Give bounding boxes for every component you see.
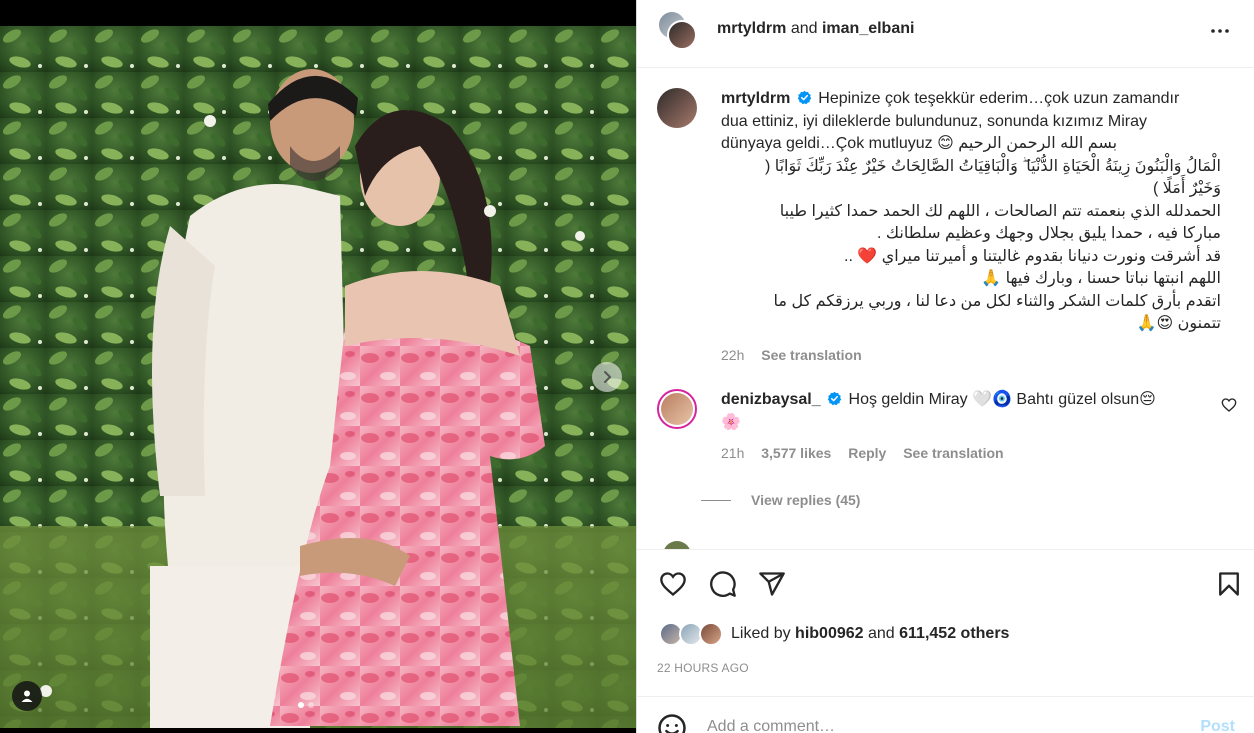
author-avatars[interactable] xyxy=(657,10,701,54)
heart-icon xyxy=(660,572,686,597)
caption-text-line: dua ettiniz, iyi dileklerde bulundunuz, … xyxy=(721,112,1147,130)
author-username-link[interactable]: mrtyldrm xyxy=(717,20,786,37)
next-comment-avatar-partial xyxy=(663,541,691,549)
caption-arabic-line: اللهم انبتها نباتا حسنا ، وبارك فيها 🙏 xyxy=(981,270,1221,287)
header-and-text: and xyxy=(790,20,818,37)
caption-arabic-line: مباركا فيه ، حمدا يليق بجلال وجهك وعظيم … xyxy=(876,225,1221,242)
liked-by-avatars[interactable] xyxy=(659,622,725,648)
carousel-dot-active xyxy=(298,702,304,708)
caption-arabic-line: الْمَالُ وَالْبَنُونَ زِينَةُ الْحَيَاةِ… xyxy=(764,157,1221,175)
more-icon xyxy=(1211,29,1229,33)
comment-avatar-image xyxy=(661,393,693,425)
caption-arabic-line: وَخَيْرٌ أَمَلًا ) xyxy=(1152,180,1221,197)
caption-text-line: Hepinize çok teşekkür ederim…çok uzun za… xyxy=(818,90,1180,107)
post-photo[interactable] xyxy=(0,26,636,728)
coauthor-username-link[interactable]: iman_elbani xyxy=(822,20,914,37)
post-header: mrtyldrm and iman_elbani xyxy=(637,0,1254,68)
verified-icon xyxy=(827,391,842,406)
caption-line-1: mrtyldrm Hepinize çok teşekkür ederim…ço… xyxy=(721,88,1221,111)
comment-username[interactable]: denizbaysal_ xyxy=(721,391,821,408)
verified-icon xyxy=(797,90,812,105)
carousel-indicator xyxy=(298,702,314,708)
comment-likes-count[interactable]: 3,577 likes xyxy=(761,445,831,461)
like-comment-heart-icon[interactable] xyxy=(1221,397,1237,413)
comment-row: denizbaysal_ Hoş geldin Miray 🤍🧿 Bahtı g… xyxy=(657,389,1237,479)
view-replies-divider xyxy=(701,499,731,501)
like-button[interactable] xyxy=(657,568,689,600)
post-comment-button[interactable]: Post xyxy=(1200,718,1235,733)
user-tag-icon xyxy=(21,690,33,702)
comment-see-translation-button[interactable]: See translation xyxy=(903,445,1003,461)
liked-by-others-link[interactable]: 611,452 others xyxy=(899,625,1009,642)
header-usernames: mrtyldrm and iman_elbani xyxy=(717,20,914,38)
comment-time[interactable]: 21h xyxy=(721,445,744,461)
comment-text-line-2: 🌸 xyxy=(721,413,741,431)
avatar-author xyxy=(667,20,697,50)
more-options-button[interactable] xyxy=(1205,16,1235,46)
carousel-next-button[interactable] xyxy=(592,362,622,392)
caption-avatar[interactable] xyxy=(657,88,697,128)
add-comment-input[interactable] xyxy=(707,715,1167,733)
comments-list[interactable]: mrtyldrm Hepinize çok teşekkür ederim…ço… xyxy=(637,69,1254,549)
liked-by-and: and xyxy=(867,625,895,642)
comment-button[interactable] xyxy=(707,568,739,600)
liked-by-text: Liked by hib00962 and 611,452 others xyxy=(731,625,1009,643)
comment-meta: 21h 3,577 likes Reply See translation xyxy=(721,442,1201,465)
comment-avatar[interactable] xyxy=(657,389,697,429)
chevron-right-icon xyxy=(604,371,611,383)
view-replies-label: View replies (45) xyxy=(751,492,861,508)
comment-reply-button[interactable]: Reply xyxy=(848,445,886,461)
post-media xyxy=(0,0,636,733)
caption-username[interactable]: mrtyldrm xyxy=(721,90,790,107)
liked-by-user-link[interactable]: hib00962 xyxy=(795,625,863,642)
caption-meta: 22h See translation xyxy=(721,344,1221,367)
caption-arabic-line: تتمنون 😍🙏 xyxy=(1136,315,1221,332)
caption-arabic-line: الحمدلله الذي بنعمته تتم الصالحات ، الله… xyxy=(779,202,1221,220)
caption-see-translation-button[interactable]: See translation xyxy=(761,347,861,363)
caption-row: mrtyldrm Hepinize çok teşekkür ederim…ço… xyxy=(657,88,1237,378)
comment-icon xyxy=(710,571,736,597)
post-details-panel: mrtyldrm and iman_elbani mrtyldrm Hepini… xyxy=(636,0,1254,733)
post-actions: Liked by hib00962 and 611,452 others 22 … xyxy=(637,549,1254,696)
post-timestamp[interactable]: 22 HOURS AGO xyxy=(657,661,749,675)
emoji-icon[interactable] xyxy=(657,713,687,733)
liker-avatar xyxy=(699,622,723,646)
share-icon xyxy=(759,572,785,596)
bookmark-icon xyxy=(1219,572,1239,596)
comment-line-1: denizbaysal_ Hoş geldin Miray 🤍🧿 Bahtı g… xyxy=(721,389,1201,412)
caption-arabic-line: قد أشرقت ونورت دنيانا بقدوم غاليتنا و أم… xyxy=(844,247,1221,265)
tagged-users-button[interactable] xyxy=(12,681,42,711)
comment-body: denizbaysal_ Hoş geldin Miray 🤍🧿 Bahtı g… xyxy=(721,389,1201,465)
caption-time[interactable]: 22h xyxy=(721,347,744,363)
carousel-dot xyxy=(308,702,314,708)
caption-body: mrtyldrm Hepinize çok teşekkür ederim…ço… xyxy=(721,88,1221,366)
add-comment-bar: Post xyxy=(637,696,1254,733)
caption-text-line: dünyaya geldi…Çok mutluyuz 😊 بسم الله ال… xyxy=(721,135,1118,152)
view-replies-button[interactable]: View replies (45) xyxy=(701,492,860,508)
liked-by-prefix: Liked by xyxy=(731,625,791,642)
share-button[interactable] xyxy=(756,568,788,600)
comment-text: Hoş geldin Miray 🤍🧿 Bahtı güzel olsun😔 xyxy=(848,391,1156,408)
photo-illustration xyxy=(0,26,636,728)
caption-arabic-line: اتقدم بأرق كلمات الشكر والثناء لكل من دع… xyxy=(773,292,1221,310)
save-button[interactable] xyxy=(1213,568,1245,600)
